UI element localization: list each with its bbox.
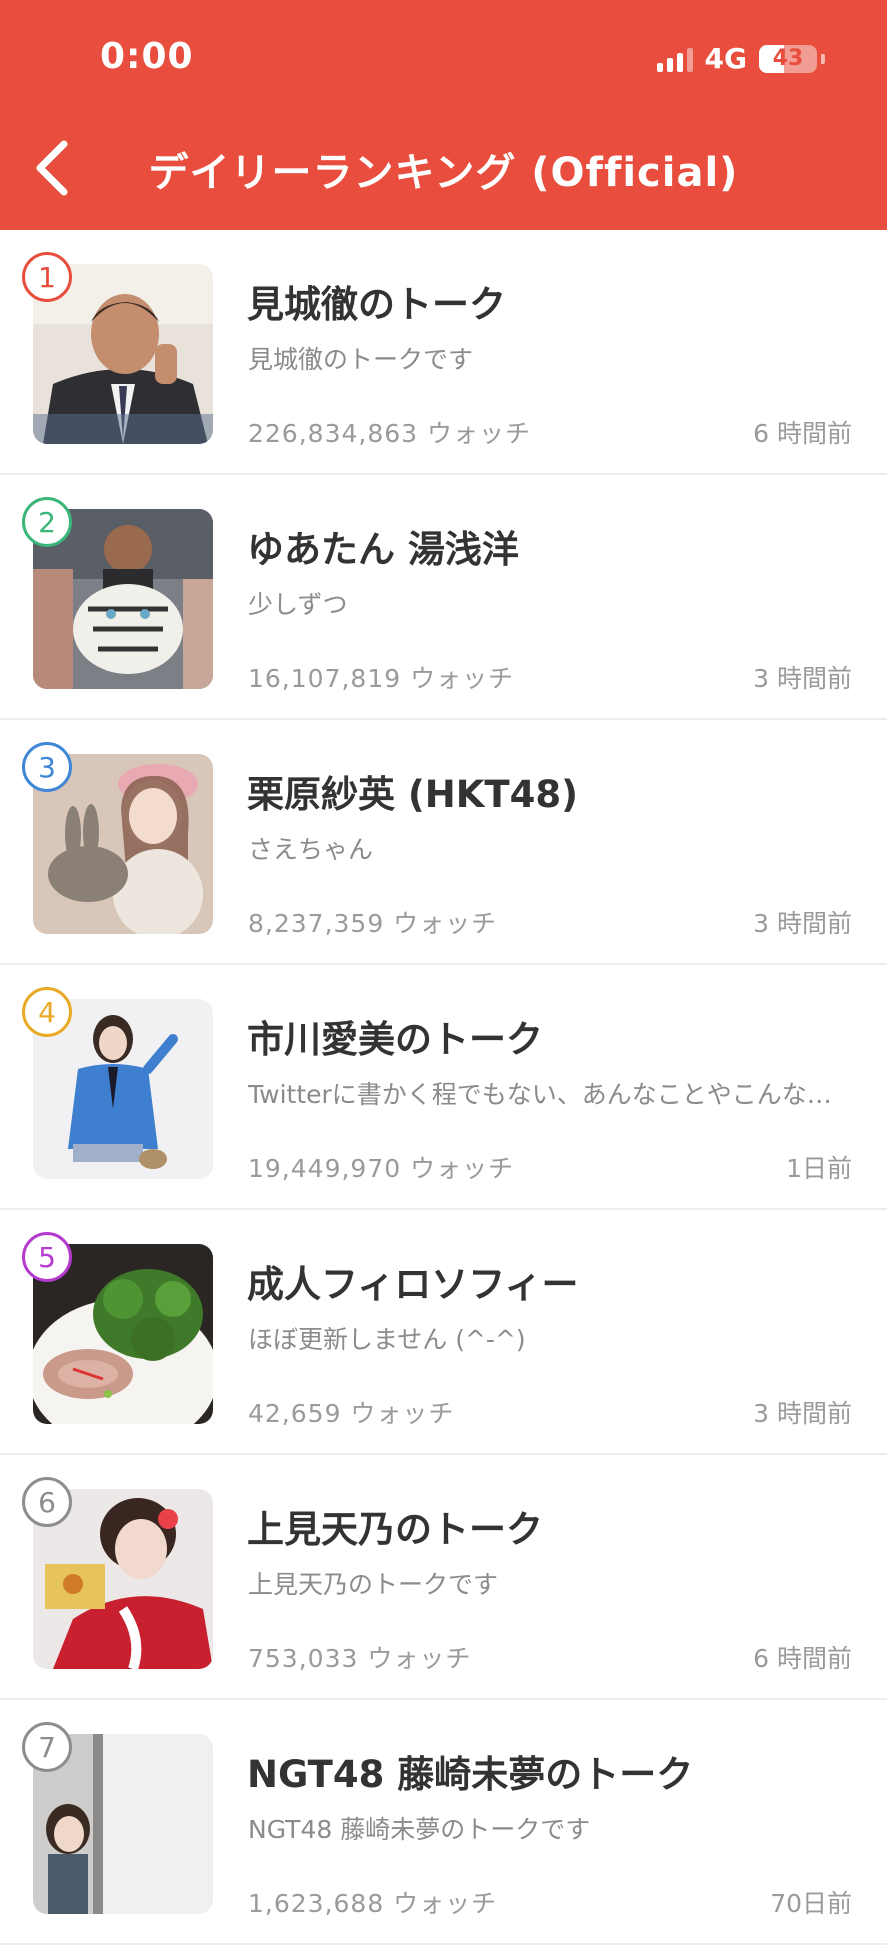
- ranking-row[interactable]: 5 成人フィロソフィー ほぼ更新しません (^-^) 42,659 ウォッチ 3…: [0, 1210, 887, 1455]
- watch-count: 226,834,863 ウォッチ: [248, 419, 531, 448]
- status-time: 0:00: [100, 36, 194, 77]
- talk-name: ゆあたん 湯浅洋: [247, 528, 519, 571]
- app-header: 0:00 4G 43 デイリーランキング (Official): [0, 0, 887, 230]
- updated-ago: 70日前: [770, 1889, 852, 1918]
- talk-description: NGT48 藤崎未夢のトークです: [248, 1815, 591, 1844]
- battery-tip: [821, 53, 825, 64]
- updated-ago: 3 時間前: [753, 1399, 852, 1428]
- talk-description: 少しずつ: [248, 590, 348, 619]
- watch-count: 8,237,359 ウォッチ: [248, 909, 498, 938]
- talk-name: 成人フィロソフィー: [247, 1263, 579, 1306]
- updated-ago: 6 時間前: [753, 1644, 852, 1673]
- talk-description: 上見天乃のトークです: [248, 1570, 499, 1599]
- talk-name: 上見天乃のトーク: [247, 1508, 543, 1551]
- network-type: 4G: [704, 42, 747, 75]
- updated-ago: 3 時間前: [753, 909, 852, 938]
- watch-count: 753,033 ウォッチ: [248, 1644, 472, 1673]
- battery-icon: 43: [759, 44, 817, 73]
- ranking-row[interactable]: 3 栗原紗英 (HKT48) さえちゃん 8,237,359 ウォッチ 3 時間…: [0, 720, 887, 965]
- rank-badge: 3: [22, 742, 72, 792]
- watch-count: 1,623,688 ウォッチ: [248, 1889, 498, 1918]
- battery-percent: 43: [772, 46, 804, 71]
- updated-ago: 3 時間前: [753, 664, 852, 693]
- watch-count: 19,449,970 ウォッチ: [248, 1154, 515, 1183]
- status-bar-right: 4G 43: [656, 42, 825, 75]
- ranking-row[interactable]: 6 上見天乃のトーク 上見天乃のトークです 753,033 ウォッチ 6 時間前: [0, 1455, 887, 1700]
- signal-icon: [656, 46, 693, 72]
- ranking-row[interactable]: 2 ゆあたん 湯浅洋 少しずつ 16,107,819 ウォッチ 3 時間前: [0, 475, 887, 720]
- rank-badge: 2: [22, 497, 72, 547]
- talk-description: 見城徹のトークです: [248, 345, 474, 374]
- watch-count: 16,107,819 ウォッチ: [248, 664, 515, 693]
- updated-ago: 1日前: [786, 1154, 852, 1183]
- ranking-list: 1 見城徹のトーク 見城徹のトークです 226,834,863 ウォッチ 6 時…: [0, 230, 887, 1945]
- rank-badge: 5: [22, 1232, 72, 1282]
- page-title: デイリーランキング (Official): [148, 150, 739, 196]
- updated-ago: 6 時間前: [753, 419, 852, 448]
- talk-description: ほぼ更新しません (^-^): [248, 1325, 526, 1354]
- ranking-row[interactable]: 1 見城徹のトーク 見城徹のトークです 226,834,863 ウォッチ 6 時…: [0, 230, 887, 475]
- talk-description: Twitterに書かく程でもない、あんなことやこんなこと: [248, 1080, 848, 1109]
- talk-name: 栗原紗英 (HKT48): [247, 773, 579, 816]
- ranking-row[interactable]: 4 市川愛美のトーク Twitterに書かく程でもない、あんなことやこんなこと …: [0, 965, 887, 1210]
- talk-name: 市川愛美のトーク: [247, 1018, 543, 1061]
- rank-badge: 6: [22, 1477, 72, 1527]
- talk-description: さえちゃん: [248, 835, 374, 864]
- rank-badge: 1: [22, 252, 72, 302]
- talk-name: NGT48 藤崎未夢のトーク: [247, 1753, 694, 1796]
- rank-badge: 4: [22, 987, 72, 1037]
- rank-badge: 7: [22, 1722, 72, 1772]
- talk-name: 見城徹のトーク: [247, 283, 506, 326]
- ranking-row[interactable]: 7 NGT48 藤崎未夢のトーク NGT48 藤崎未夢のトークです 1,623,…: [0, 1700, 887, 1945]
- watch-count: 42,659 ウォッチ: [248, 1399, 455, 1428]
